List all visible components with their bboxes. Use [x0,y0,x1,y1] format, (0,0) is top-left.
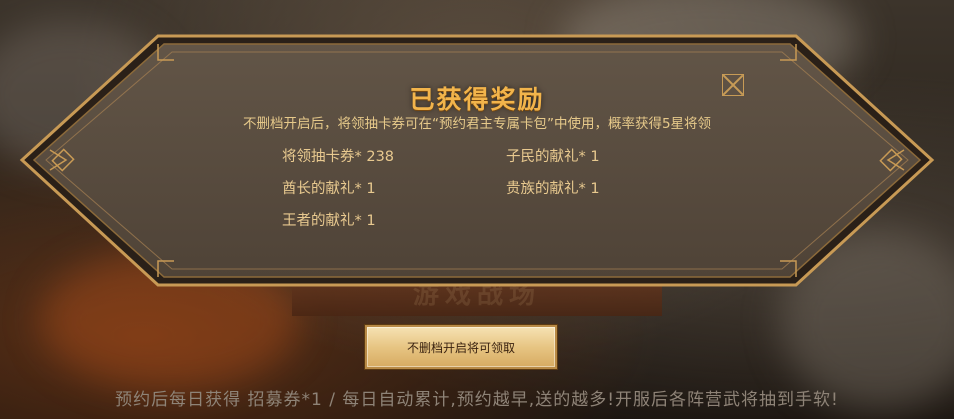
claim-button[interactable]: 不删档开启将可领取 [365,325,557,369]
reward-dialog: 已获得奖励 不删档开启后，将领抽卡券可在“预约君主专属卡包”中使用，概率获得5星… [0,0,954,300]
dialog-title: 已获得奖励 [409,85,545,114]
reward-item: 子民的献礼* 1 [506,149,600,165]
reward-item: 王者的献礼* 1 [282,213,376,229]
dialog-subtitle: 不删档开启后，将领抽卡券可在“预约君主专属卡包”中使用，概率获得5星将领 [242,116,712,132]
promo-footer-text: 预约后每日获得 招募券*1 / 每日自动累计,预约越早,送的越多!开服后各阵营武… [115,390,839,410]
dialog-frame [19,34,935,287]
reward-item: 将领抽卡券* 238 [282,149,395,165]
close-icon[interactable] [722,74,744,96]
claim-button-container: 不删档开启将可领取 [365,325,557,369]
reward-item: 酋长的献礼* 1 [282,181,376,197]
reward-item: 贵族的献礼* 1 [506,181,600,197]
